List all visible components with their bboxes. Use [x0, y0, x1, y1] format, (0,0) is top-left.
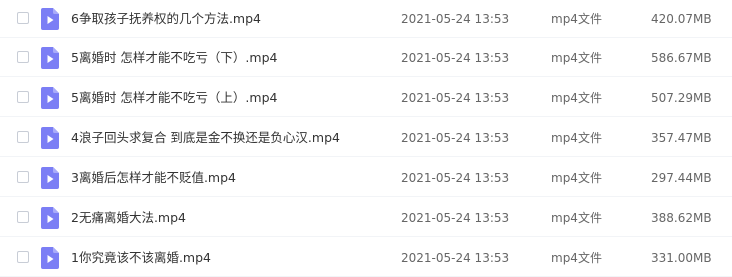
video-file-icon — [41, 127, 59, 149]
row-checkbox[interactable] — [17, 211, 29, 223]
file-row[interactable]: 5离婚时 怎样才能不吃亏（下）.mp4 2021-05-24 13:53 mp4… — [0, 39, 732, 77]
file-size: 388.62MB — [651, 211, 712, 225]
file-date: 2021-05-24 13:53 — [401, 131, 510, 145]
row-checkbox[interactable] — [17, 171, 29, 183]
file-type: mp4文件 — [551, 171, 602, 185]
file-size: 331.00MB — [651, 251, 712, 265]
row-checkbox[interactable] — [17, 51, 29, 63]
file-size: 297.44MB — [651, 171, 712, 185]
file-row[interactable]: 6争取孩子抚养权的几个方法.mp4 2021-05-24 13:53 mp4文件… — [0, 0, 732, 38]
file-size: 420.07MB — [651, 12, 712, 26]
file-type: mp4文件 — [551, 211, 602, 225]
file-type: mp4文件 — [551, 12, 602, 26]
file-name[interactable]: 2无痛离婚大法.mp4 — [71, 199, 186, 237]
file-row[interactable]: 1你究竟该不该离婚.mp4 2021-05-24 13:53 mp4文件 331… — [0, 239, 732, 277]
row-checkbox[interactable] — [17, 251, 29, 263]
file-row[interactable]: 3离婚后怎样才能不贬值.mp4 2021-05-24 13:53 mp4文件 2… — [0, 159, 732, 197]
file-name[interactable]: 5离婚时 怎样才能不吃亏（上）.mp4 — [71, 79, 277, 117]
row-checkbox[interactable] — [17, 91, 29, 103]
file-size: 586.67MB — [651, 51, 712, 65]
video-file-icon — [41, 47, 59, 69]
row-checkbox[interactable] — [17, 131, 29, 143]
file-name[interactable]: 5离婚时 怎样才能不吃亏（下）.mp4 — [71, 39, 277, 77]
file-type: mp4文件 — [551, 91, 602, 105]
row-checkbox[interactable] — [17, 12, 29, 24]
file-date: 2021-05-24 13:53 — [401, 251, 510, 265]
file-date: 2021-05-24 13:53 — [401, 211, 510, 225]
video-file-icon — [41, 207, 59, 229]
file-size: 357.47MB — [651, 131, 712, 145]
file-type: mp4文件 — [551, 131, 602, 145]
file-type: mp4文件 — [551, 251, 602, 265]
video-file-icon — [41, 247, 59, 269]
file-name[interactable]: 3离婚后怎样才能不贬值.mp4 — [71, 159, 236, 197]
video-file-icon — [41, 87, 59, 109]
file-list: 6争取孩子抚养权的几个方法.mp4 2021-05-24 13:53 mp4文件… — [0, 0, 732, 277]
file-size: 507.29MB — [651, 91, 712, 105]
file-date: 2021-05-24 13:53 — [401, 91, 510, 105]
video-file-icon — [41, 167, 59, 189]
file-date: 2021-05-24 13:53 — [401, 51, 510, 65]
file-name[interactable]: 4浪子回头求复合 到底是金不换还是负心汉.mp4 — [71, 119, 340, 157]
file-type: mp4文件 — [551, 51, 602, 65]
file-date: 2021-05-24 13:53 — [401, 12, 510, 26]
file-row[interactable]: 4浪子回头求复合 到底是金不换还是负心汉.mp4 2021-05-24 13:5… — [0, 119, 732, 157]
video-file-icon — [41, 8, 59, 30]
file-name[interactable]: 6争取孩子抚养权的几个方法.mp4 — [71, 0, 261, 38]
file-name[interactable]: 1你究竟该不该离婚.mp4 — [71, 239, 211, 277]
file-row[interactable]: 2无痛离婚大法.mp4 2021-05-24 13:53 mp4文件 388.6… — [0, 199, 732, 237]
file-date: 2021-05-24 13:53 — [401, 171, 510, 185]
file-row[interactable]: 5离婚时 怎样才能不吃亏（上）.mp4 2021-05-24 13:53 mp4… — [0, 79, 732, 117]
